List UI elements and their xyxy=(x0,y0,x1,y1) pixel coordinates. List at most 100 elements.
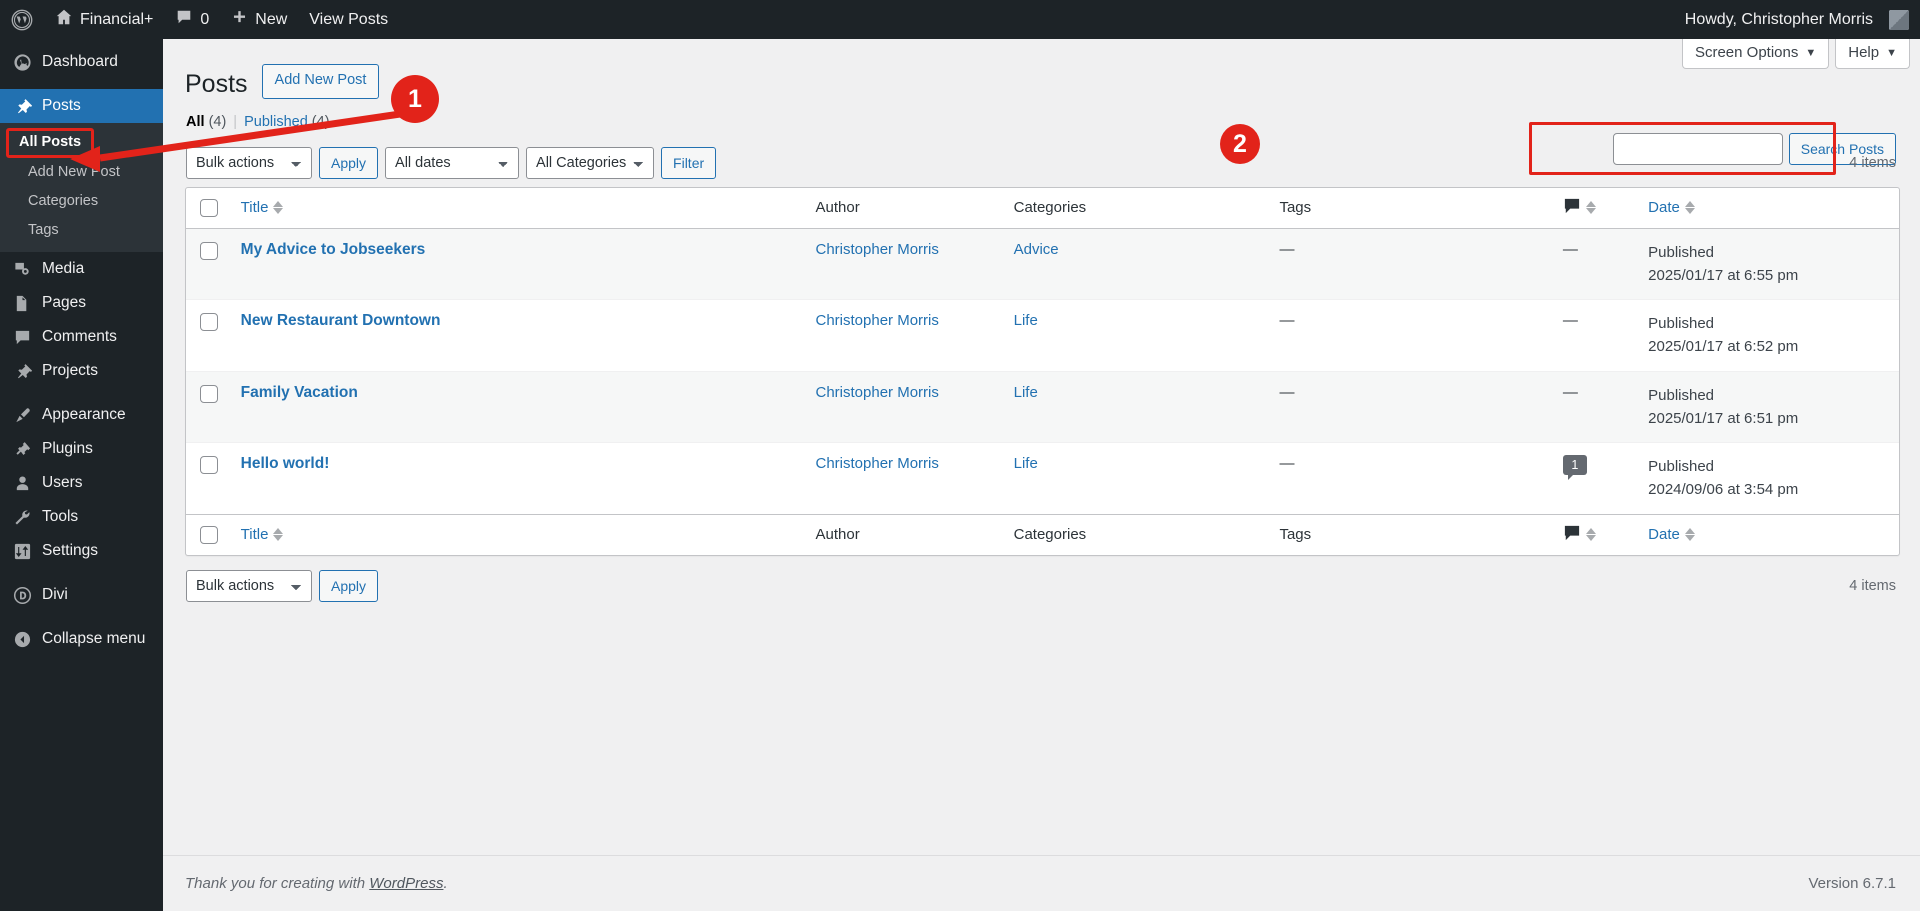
select-all-checkbox-bottom[interactable] xyxy=(200,526,218,544)
screen-options-label: Screen Options xyxy=(1695,44,1798,61)
footer-thanks: Thank you for creating with WordPress. xyxy=(185,875,448,892)
screen-options-button[interactable]: Screen Options ▼ xyxy=(1682,39,1829,69)
post-title-link[interactable]: My Advice to Jobseekers xyxy=(241,241,426,258)
post-title-link[interactable]: New Restaurant Downtown xyxy=(241,312,441,329)
row-author-cell: Christopher Morris xyxy=(816,371,1014,443)
sidebar-item-projects[interactable]: Projects xyxy=(0,354,163,388)
sidebar-item-comments[interactable]: Comments xyxy=(0,320,163,354)
pin-icon xyxy=(12,96,32,116)
sidebar-item-users[interactable]: Users xyxy=(0,466,163,500)
row-checkbox[interactable] xyxy=(200,456,218,474)
collapse-menu-button[interactable]: Collapse menu xyxy=(0,622,163,656)
select-all-checkbox-top[interactable] xyxy=(200,199,218,217)
post-category-link[interactable]: Life xyxy=(1014,312,1038,329)
column-header-comments[interactable] xyxy=(1563,188,1648,229)
post-author-link[interactable]: Christopher Morris xyxy=(816,455,939,472)
post-title-link[interactable]: Family Vacation xyxy=(241,384,358,401)
column-footer-comments[interactable] xyxy=(1563,514,1648,555)
row-select-cell xyxy=(186,442,239,514)
sort-indicator-icon xyxy=(273,201,283,214)
row-author-cell: Christopher Morris xyxy=(816,442,1014,514)
sidebar-item-settings[interactable]: Settings xyxy=(0,534,163,568)
sidebar-item-label: Settings xyxy=(42,542,98,560)
row-date-cell: Published 2025/01/17 at 6:52 pm xyxy=(1648,299,1899,371)
view-link-published-label[interactable]: Published xyxy=(244,114,308,130)
row-categories-cell: Advice xyxy=(1014,229,1280,300)
sidebar-item-media[interactable]: Media xyxy=(0,252,163,286)
tablenav-bottom: Bulk actions Apply 4 items xyxy=(186,570,1900,602)
row-comments-cell: — xyxy=(1563,371,1648,443)
filter-button[interactable]: Filter xyxy=(661,147,716,179)
my-account-menu[interactable]: Howdy, Christopher Morris xyxy=(1674,0,1920,39)
sidebar-item-divi[interactable]: Divi xyxy=(0,578,163,612)
new-content-menu[interactable]: New xyxy=(220,0,298,39)
sidebar-item-all-posts[interactable]: All Posts xyxy=(6,128,94,158)
post-author-link[interactable]: Christopher Morris xyxy=(816,241,939,258)
table-row: My Advice to Jobseekers Christopher Morr… xyxy=(186,229,1899,300)
post-date: 2025/01/17 at 6:52 pm xyxy=(1648,335,1889,358)
apply-button-top[interactable]: Apply xyxy=(319,147,378,179)
wordpress-link[interactable]: WordPress xyxy=(369,875,443,892)
sidebar-item-categories[interactable]: Categories xyxy=(0,187,163,216)
sidebar-item-tools[interactable]: Tools xyxy=(0,500,163,534)
sidebar-separator xyxy=(0,79,163,89)
select-all-footer xyxy=(186,514,239,555)
post-category-link[interactable]: Life xyxy=(1014,384,1038,401)
column-footer-title[interactable]: Title xyxy=(239,514,816,555)
view-link-all[interactable]: All (4) xyxy=(186,114,226,130)
column-footer-date[interactable]: Date xyxy=(1648,514,1899,555)
brush-icon xyxy=(12,405,32,425)
sidebar-item-tags[interactable]: Tags xyxy=(0,216,163,245)
collapse-menu-label: Collapse menu xyxy=(42,630,145,648)
post-author-link[interactable]: Christopher Morris xyxy=(816,312,939,329)
chevron-down-icon: ▼ xyxy=(1886,47,1897,59)
row-checkbox[interactable] xyxy=(200,313,218,331)
sort-title-link-bottom[interactable]: Title xyxy=(241,526,269,543)
row-comments-cell: — xyxy=(1563,299,1648,371)
date-filter-select[interactable]: All dates xyxy=(385,147,519,179)
sidebar-item-add-new-post[interactable]: Add New Post xyxy=(0,158,163,187)
sidebar-item-pages[interactable]: Pages xyxy=(0,286,163,320)
post-title-link[interactable]: Hello world! xyxy=(241,455,330,472)
sort-date-link-top[interactable]: Date xyxy=(1648,199,1680,216)
view-posts-link[interactable]: View Posts xyxy=(298,0,399,39)
comment-count-badge[interactable]: 1 xyxy=(1563,455,1587,475)
sidebar-item-label: Tools xyxy=(42,508,78,526)
sort-title-link-top[interactable]: Title xyxy=(241,199,269,216)
post-category-link[interactable]: Advice xyxy=(1014,241,1059,258)
column-header-tags: Tags xyxy=(1279,188,1562,229)
site-name-menu[interactable]: Financial+ xyxy=(44,0,164,39)
sidebar-item-dashboard[interactable]: Dashboard xyxy=(0,45,163,79)
row-author-cell: Christopher Morris xyxy=(816,229,1014,300)
help-button[interactable]: Help ▼ xyxy=(1835,39,1910,69)
column-header-date[interactable]: Date xyxy=(1648,188,1899,229)
row-date-cell: Published 2024/09/06 at 3:54 pm xyxy=(1648,442,1899,514)
sidebar-item-posts[interactable]: Posts xyxy=(0,89,163,123)
select-all-header xyxy=(186,188,239,229)
displaying-num-bottom: 4 items xyxy=(1849,578,1900,594)
comment-icon xyxy=(1563,525,1581,545)
comments-bubble-link[interactable]: 0 xyxy=(164,0,220,39)
view-link-all-count: (4) xyxy=(209,114,227,130)
row-checkbox[interactable] xyxy=(200,242,218,260)
apply-button-bottom[interactable]: Apply xyxy=(319,570,378,602)
add-new-post-button[interactable]: Add New Post xyxy=(262,64,380,99)
column-header-categories: Categories xyxy=(1014,188,1280,229)
table-row: New Restaurant Downtown Christopher Morr… xyxy=(186,299,1899,371)
bulk-actions-select-bottom[interactable]: Bulk actions xyxy=(186,570,312,602)
post-status-filter-links: All (4) | Published (4) xyxy=(186,114,1900,130)
comment-icon xyxy=(12,327,32,347)
post-author-link[interactable]: Christopher Morris xyxy=(816,384,939,401)
row-checkbox[interactable] xyxy=(200,385,218,403)
view-link-published[interactable]: Published (4) xyxy=(244,114,329,130)
category-filter-select[interactable]: All Categories xyxy=(526,147,654,179)
sidebar-item-appearance[interactable]: Appearance xyxy=(0,398,163,432)
post-category-link[interactable]: Life xyxy=(1014,455,1038,472)
sort-date-link-bottom[interactable]: Date xyxy=(1648,526,1680,543)
bulk-actions-select-top[interactable]: Bulk actions xyxy=(186,147,312,179)
wordpress-logo-button[interactable] xyxy=(0,0,44,39)
sidebar-item-plugins[interactable]: Plugins xyxy=(0,432,163,466)
sort-indicator-icon xyxy=(1685,528,1695,541)
column-header-title[interactable]: Title xyxy=(239,188,816,229)
view-link-all-label[interactable]: All xyxy=(186,114,205,130)
